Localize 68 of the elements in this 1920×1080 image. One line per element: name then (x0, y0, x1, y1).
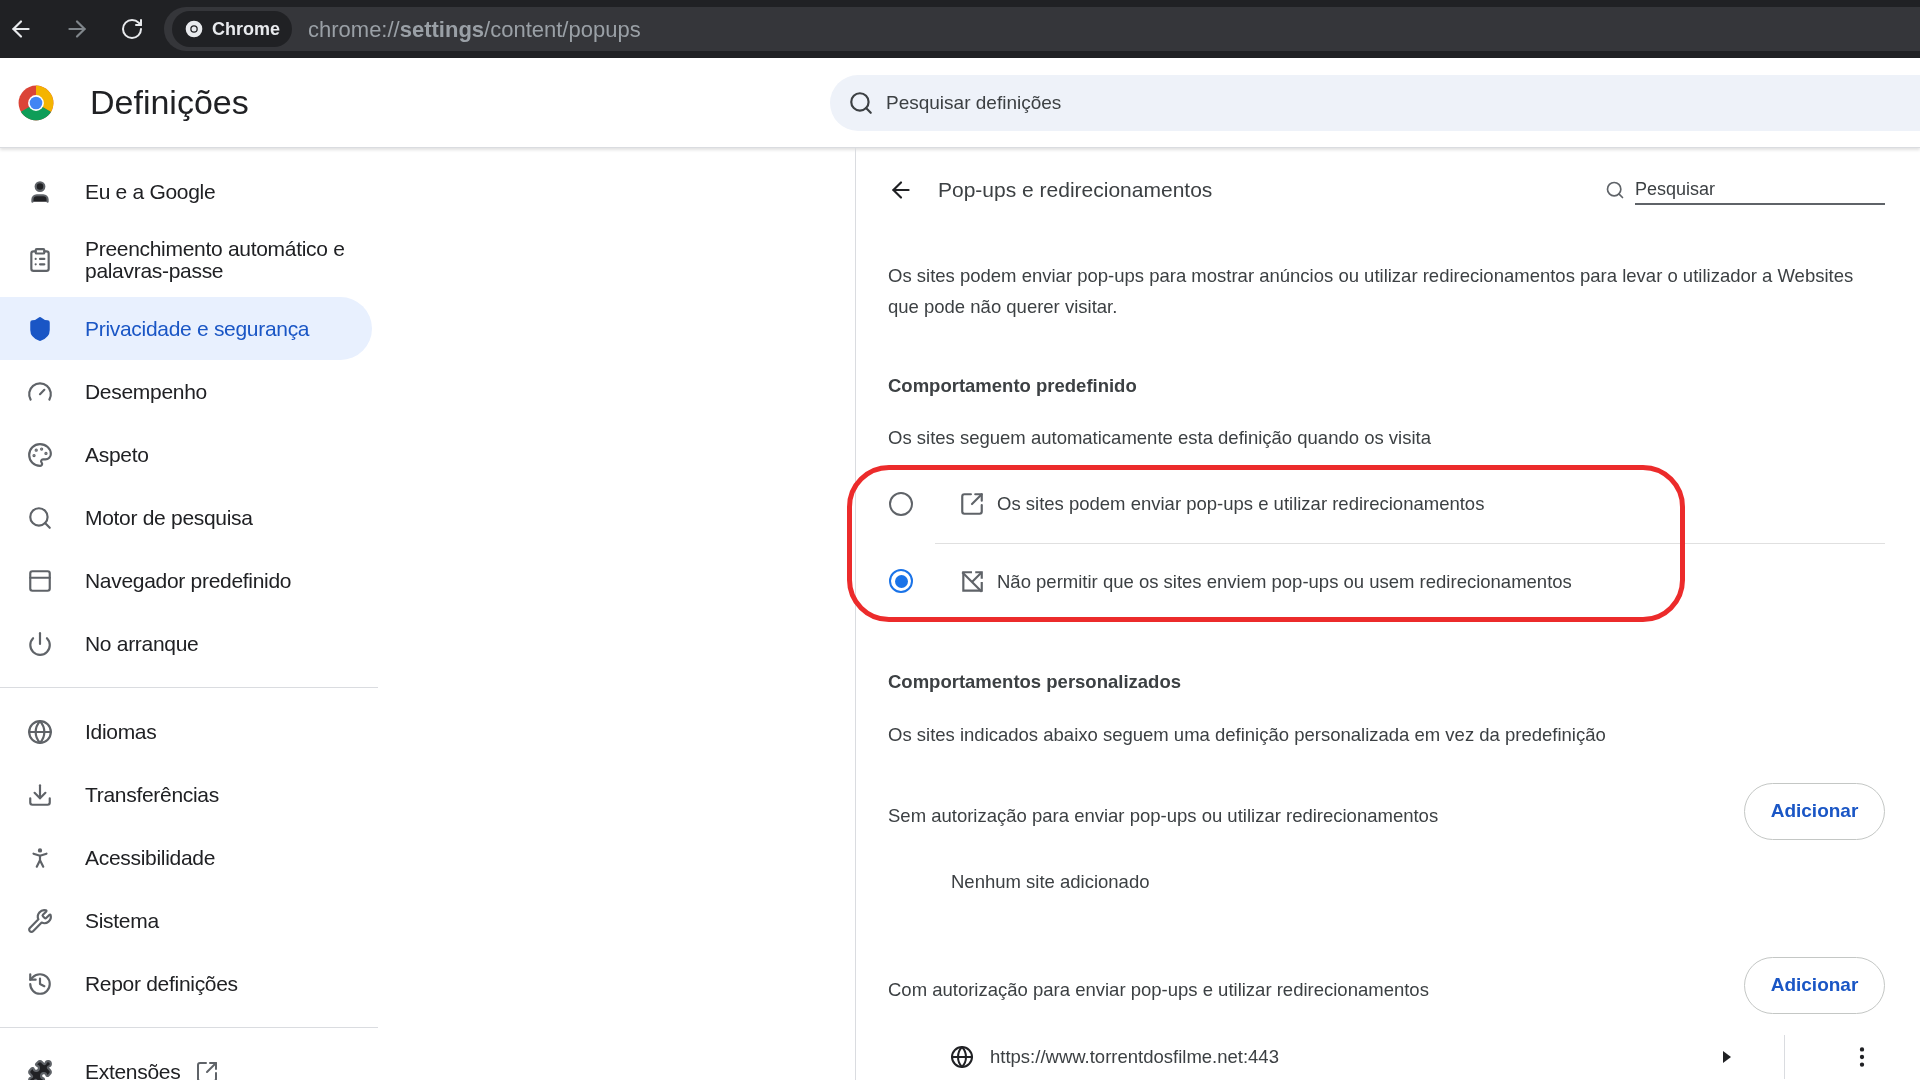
sidebar-item[interactable]: Acessibilidade (0, 826, 372, 889)
sidebar-label: Idiomas (85, 720, 158, 743)
search-icon (1605, 180, 1625, 200)
panel-search-field[interactable]: Pesquisar (1635, 175, 1885, 205)
url-text: chrome://settings/content/popups (308, 15, 641, 44)
panel-title: Pop-ups e redirecionamentos (938, 177, 1213, 204)
sidebar-item[interactable]: Sistema (0, 889, 372, 952)
globe-icon (950, 1045, 974, 1069)
sidebar-label: Eu e a Google (85, 180, 217, 203)
puzzle-icon (27, 1058, 53, 1080)
radio-label: Os sites podem enviar pop-ups e utilizar redirecionamentos (997, 492, 1485, 517)
list-label: Sem autorização para enviar pop-ups ou utilizar redirecionamentos (888, 804, 1439, 829)
section-subtext: Os sites indicados abaixo seguem uma definição personalizada em vez da predefinição (888, 723, 1607, 748)
address-bar[interactable]: Chrome chrome://settings/content/popups (164, 7, 1920, 51)
sidebar-label: Preenchimento automático e palavras-passe (85, 238, 346, 282)
search-icon (27, 504, 53, 531)
palette-icon (27, 441, 53, 468)
power-icon (27, 630, 53, 657)
list-label: Com autorização para enviar pop-ups e utilizar redirecionamentos (888, 978, 1429, 1003)
clipboard-icon (27, 247, 53, 273)
chrome-logo-icon (17, 83, 55, 122)
sidebar-item[interactable]: Transferências (0, 763, 372, 826)
sidebar-label: Transferências (85, 783, 220, 806)
sidebar-item[interactable]: Repor definições (0, 952, 372, 1015)
radio-button[interactable] (889, 569, 913, 593)
history-icon (27, 970, 53, 997)
radio-button[interactable] (889, 492, 913, 516)
sidebar-label: Repor definições (85, 972, 239, 995)
external-link-icon (959, 491, 985, 517)
sidebar-item[interactable]: Extensões (0, 1040, 372, 1080)
section-heading: Comportamentos personalizados (888, 669, 1182, 694)
reload-icon[interactable] (120, 17, 144, 41)
sidebar-label: Acessibilidade (85, 846, 217, 869)
sidebar-label: No arranque (85, 632, 200, 655)
sidebar-label: Navegador predefinido (85, 569, 293, 592)
description-text: Os sites podem enviar pop-ups para mostrar anúncios ou utilizar redirecionamentos para levar o utilizador a Websites que pode não querer visitar. (888, 264, 1855, 319)
site-url: https://www.torrentdosfilme.net:443 (990, 1045, 1279, 1070)
chip-label: Chrome (212, 17, 280, 41)
section-heading: Comportamento predefinido (888, 374, 1138, 398)
search-icon (848, 89, 874, 116)
sidebar-item[interactable]: Privacidade e segurança (0, 297, 372, 360)
sidebar-label: Sistema (85, 909, 160, 932)
sidebar-label: Motor de pesquisa (85, 506, 254, 529)
site-chip[interactable]: Chrome (172, 11, 292, 47)
sidebar-item[interactable]: No arranque (0, 612, 372, 675)
sidebar-item[interactable]: Eu e a Google (0, 160, 372, 223)
download-icon (27, 781, 53, 808)
sidebar-label: Extensões (85, 1060, 182, 1080)
sidebar-label: Aspeto (85, 443, 150, 466)
blocked-popup-icon (959, 568, 985, 595)
page-title: Definições (90, 82, 250, 123)
shield-icon (27, 315, 53, 342)
sidebar-item[interactable]: Idiomas (0, 700, 372, 763)
sidebar-item[interactable]: Navegador predefinido (0, 549, 372, 612)
expand-arrow-icon[interactable] (1722, 1050, 1732, 1064)
browser-window-icon (27, 567, 53, 594)
settings-search-field[interactable]: Pesquisar definições (830, 74, 1920, 131)
empty-list-text: Nenhum site adicionado (951, 870, 1150, 895)
wrench-icon (27, 907, 53, 934)
sidebar-item[interactable]: Aspeto (0, 423, 372, 486)
sidebar-item[interactable]: Motor de pesquisa (0, 486, 372, 549)
sidebar-item[interactable]: Preenchimento automático e palavras-passe (0, 223, 372, 297)
sidebar-label: Desempenho (85, 380, 208, 403)
sidebar-label: Privacidade e segurança (85, 317, 311, 340)
globe-icon (27, 718, 53, 745)
radio-label: Não permitir que os sites enviem pop-ups ou usem redirecionamentos (997, 569, 1572, 594)
section-subtext: Os sites seguem automaticamente esta definição quando os visita (888, 425, 1432, 450)
sidebar-item[interactable]: Desempenho (0, 360, 372, 423)
